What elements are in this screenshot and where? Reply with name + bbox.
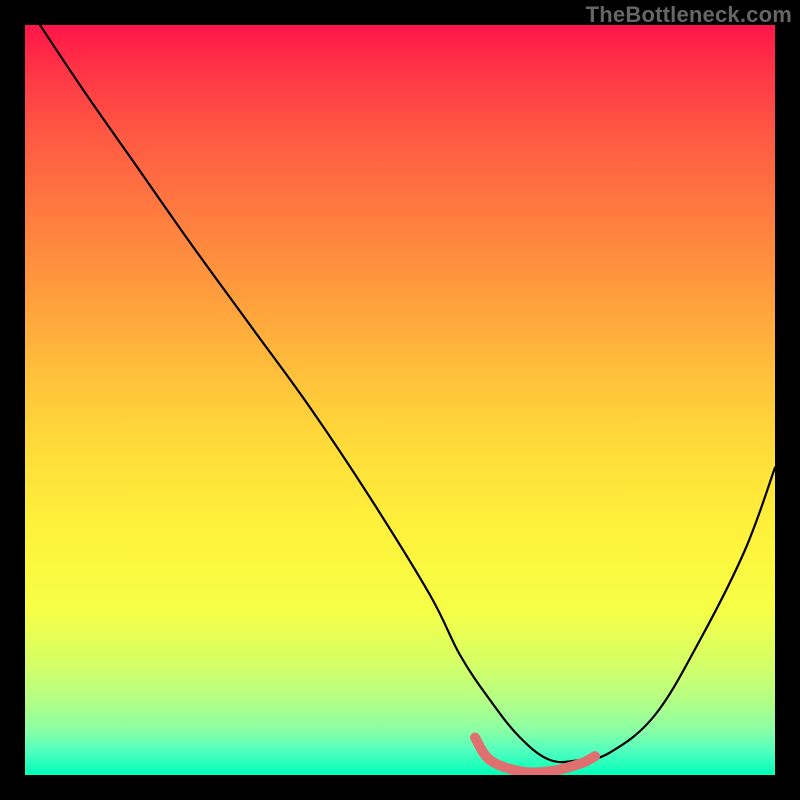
bottleneck-curve bbox=[40, 25, 775, 762]
plot-area bbox=[25, 25, 775, 775]
chart-svg bbox=[25, 25, 775, 775]
chart-frame: TheBottleneck.com bbox=[0, 0, 800, 800]
optimal-band-marker bbox=[475, 738, 595, 773]
optimal-point-dot bbox=[590, 751, 600, 761]
watermark-text: TheBottleneck.com bbox=[586, 2, 792, 28]
